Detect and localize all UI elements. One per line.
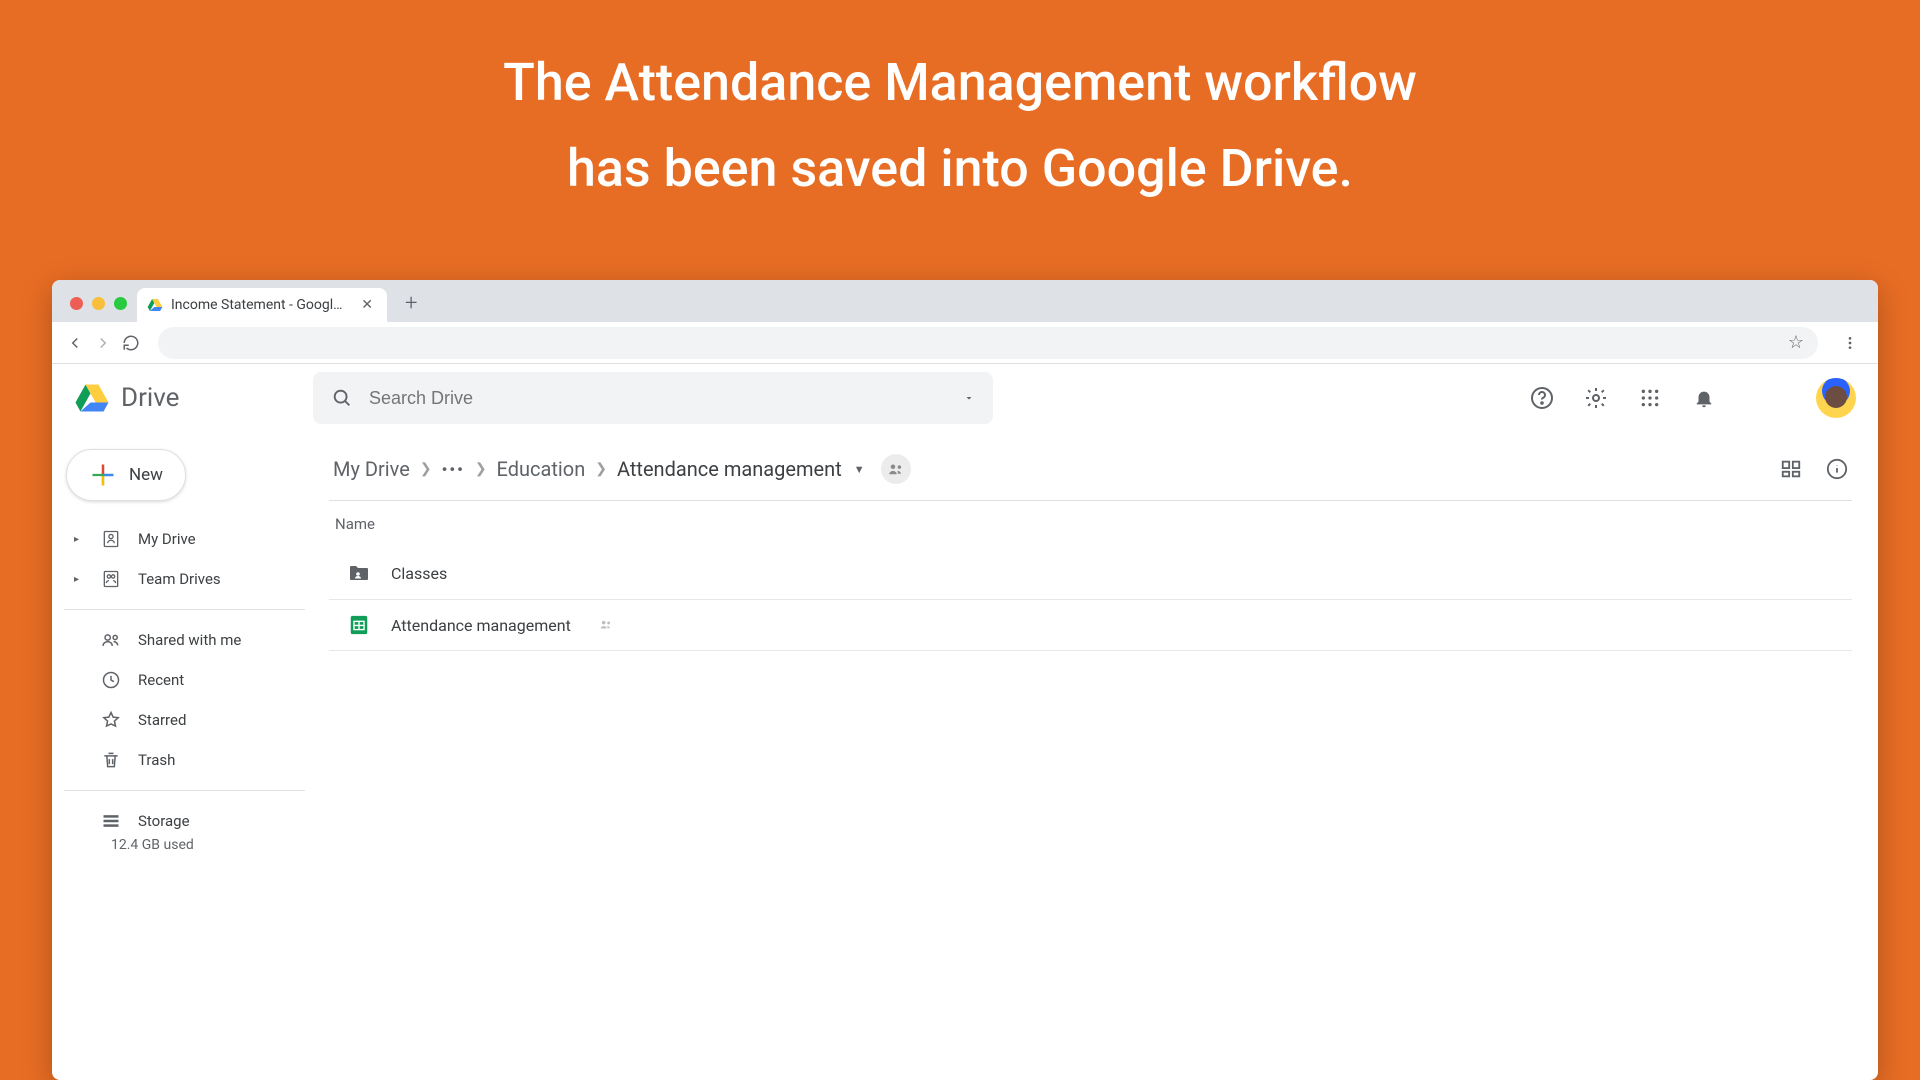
window-close-button[interactable] <box>70 297 83 310</box>
folder-dropdown-icon[interactable]: ▼ <box>854 463 865 476</box>
new-button-label: New <box>129 465 163 485</box>
notifications-icon[interactable] <box>1692 386 1716 410</box>
sidebar-item-mydrive[interactable]: ▸ My Drive <box>64 519 305 559</box>
window-controls <box>64 297 137 322</box>
search-input[interactable] <box>369 388 975 409</box>
sidebar-item-label: Trash <box>138 751 175 769</box>
breadcrumb-root[interactable]: My Drive <box>333 457 410 481</box>
sidebar-item-label: Team Drives <box>138 570 221 588</box>
apps-grid-icon[interactable] <box>1638 386 1662 410</box>
reload-button[interactable] <box>122 334 140 352</box>
window-minimize-button[interactable] <box>92 297 105 310</box>
list-item-folder[interactable]: Classes <box>329 547 1852 600</box>
main-content: My Drive ❯ ••• ❯ Education ❯ Attendance … <box>317 432 1878 1080</box>
plus-icon <box>89 461 117 489</box>
expand-icon[interactable]: ▸ <box>74 574 84 585</box>
avatar-icon <box>1825 386 1847 408</box>
star-icon <box>101 710 121 730</box>
browser-menu-button[interactable] <box>1836 335 1864 351</box>
details-icon[interactable] <box>1826 458 1848 480</box>
browser-tabbar: Income Statement - Google Dr ✕ + <box>52 280 1878 322</box>
drive-logo-icon <box>74 380 110 416</box>
sidebar-item-starred[interactable]: Starred <box>64 700 305 740</box>
sidebar-item-label: Starred <box>138 711 186 729</box>
promo-caption: The Attendance Management workflow has b… <box>0 0 1920 222</box>
shared-icon <box>101 630 121 650</box>
file-list: Classes Attendance management <box>329 547 1852 651</box>
breadcrumb-current[interactable]: Attendance management <box>617 457 842 481</box>
new-button[interactable]: New <box>66 449 186 501</box>
browser-toolbar: ☆ <box>52 322 1878 364</box>
list-item-sheet[interactable]: Attendance management <box>329 600 1852 651</box>
sidebar-item-teamdrives[interactable]: ▸ Team Drives <box>64 559 305 599</box>
account-avatar[interactable] <box>1816 378 1856 418</box>
storage-icon <box>101 811 121 831</box>
header-actions <box>1530 378 1856 418</box>
caption-line1: The Attendance Management workflow <box>0 40 1920 126</box>
teamdrives-icon <box>101 569 121 589</box>
sidebar-item-label: Shared with me <box>138 631 241 649</box>
grid-view-icon[interactable] <box>1780 458 1802 480</box>
storage-used-text: 12.4 GB used <box>64 837 305 853</box>
column-header-name[interactable]: Name <box>329 501 1852 547</box>
browser-tab[interactable]: Income Statement - Google Dr ✕ <box>137 288 387 322</box>
sidebar-item-recent[interactable]: Recent <box>64 660 305 700</box>
drive-favicon-icon <box>147 297 163 313</box>
breadcrumb-education[interactable]: Education <box>497 457 586 481</box>
settings-icon[interactable] <box>1584 386 1608 410</box>
search-options-icon[interactable] <box>963 392 975 404</box>
sidebar-item-label: Recent <box>138 671 184 689</box>
shared-folder-icon <box>347 561 371 585</box>
tab-close-icon[interactable]: ✕ <box>357 297 377 313</box>
chevron-right-icon: ❯ <box>475 461 487 477</box>
search-icon <box>331 387 353 409</box>
caption-line2: has been saved into Google Drive. <box>0 126 1920 212</box>
browser-window: Income Statement - Google Dr ✕ + ☆ <box>52 280 1878 1080</box>
forward-button[interactable] <box>94 334 112 352</box>
expand-icon[interactable]: ▸ <box>74 534 84 545</box>
divider <box>64 790 305 791</box>
folder-share-button[interactable] <box>881 454 911 484</box>
address-bar[interactable]: ☆ <box>158 327 1818 359</box>
sidebar-item-label: My Drive <box>138 530 196 548</box>
shared-indicator-icon <box>597 618 615 632</box>
drive-app: Drive <box>52 364 1878 1080</box>
breadcrumb-bar: My Drive ❯ ••• ❯ Education ❯ Attendance … <box>329 442 1852 501</box>
sidebar-item-label: Storage <box>138 812 190 830</box>
window-maximize-button[interactable] <box>114 297 127 310</box>
trash-icon <box>101 750 121 770</box>
breadcrumb-overflow[interactable]: ••• <box>442 460 465 479</box>
bookmark-star-icon[interactable]: ☆ <box>1788 332 1804 353</box>
drive-logo[interactable]: Drive <box>74 380 299 416</box>
chevron-right-icon: ❯ <box>595 461 607 477</box>
file-name: Classes <box>391 564 447 583</box>
mydrive-icon <box>101 529 121 549</box>
back-button[interactable] <box>66 334 84 352</box>
new-tab-button[interactable]: + <box>387 291 435 322</box>
tab-title: Income Statement - Google Dr <box>171 297 349 313</box>
sidebar-item-storage[interactable]: Storage <box>64 801 305 841</box>
chevron-right-icon: ❯ <box>420 461 432 477</box>
divider <box>64 609 305 610</box>
drive-app-name: Drive <box>121 383 179 413</box>
sidebar: New ▸ My Drive ▸ Te <box>52 432 317 1080</box>
help-icon[interactable] <box>1530 386 1554 410</box>
recent-icon <box>101 670 121 690</box>
sidebar-item-trash[interactable]: Trash <box>64 740 305 780</box>
search-bar[interactable] <box>313 372 993 424</box>
sheets-icon <box>347 614 371 636</box>
file-name: Attendance management <box>391 616 571 635</box>
drive-header: Drive <box>52 364 1878 432</box>
sidebar-item-shared[interactable]: Shared with me <box>64 620 305 660</box>
